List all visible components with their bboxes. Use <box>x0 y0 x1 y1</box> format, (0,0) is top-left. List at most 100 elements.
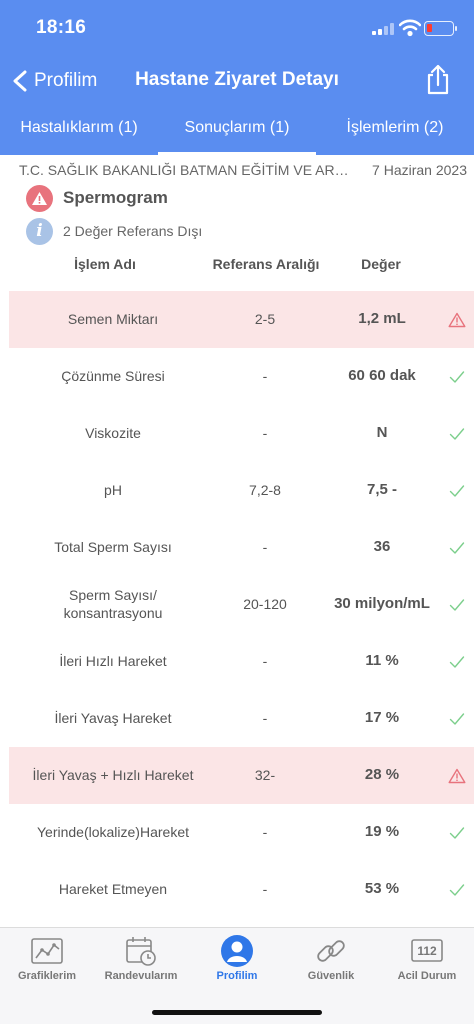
table-row: İleri Yavaş Hareket - 17 % <box>0 690 474 747</box>
column-header-name: İşlem Adı <box>74 256 136 272</box>
row-reference: - <box>262 538 268 555</box>
row-name: Viskozite <box>85 424 141 441</box>
table-row: Viskozite - N <box>0 405 474 462</box>
chevron-left-icon <box>13 70 27 92</box>
status-bar: 18:16 <box>0 0 474 56</box>
tabbar-item-emergency[interactable]: 112 Acil Durum <box>380 934 474 982</box>
check-icon <box>440 519 474 576</box>
row-value: N <box>376 424 388 442</box>
row-reference: - <box>262 709 268 726</box>
tabbar-label: Grafiklerim <box>17 970 77 982</box>
row-reference: 32- <box>254 766 276 783</box>
bottom-tab-bar: Grafiklerim Randevularım Profilim Güvenl… <box>0 927 474 1024</box>
tabbar-item-appointments[interactable]: Randevularım <box>94 934 188 982</box>
table-row: Sperm Sayısı/konsantrasyonu 20-120 30 mily… <box>0 576 474 633</box>
check-icon <box>440 861 474 918</box>
row-value: 53 % <box>364 880 400 898</box>
chart-icon <box>31 938 63 964</box>
check-icon <box>440 633 474 690</box>
battery-icon <box>424 21 457 36</box>
table-row: Total Sperm Sayısı - 36 <box>0 519 474 576</box>
row-value: 19 % <box>364 823 400 841</box>
back-button[interactable]: Profilim <box>12 66 97 96</box>
column-header-reference: Referans Aralığı <box>212 256 320 272</box>
tab-diseases[interactable]: Hastalıklarım (1) <box>0 106 158 155</box>
row-value: 1,2 mL <box>358 310 406 328</box>
out-of-range-info: i 2 Değer Referans Dışı <box>26 217 202 245</box>
status-time: 18:16 <box>36 17 87 38</box>
home-indicator <box>152 1010 322 1015</box>
person-icon <box>221 935 253 967</box>
row-reference: 20-120 <box>243 595 287 612</box>
warning-icon <box>440 747 474 804</box>
tabbar-label: Acil Durum <box>397 970 457 982</box>
cellular-signal-icon <box>372 23 394 35</box>
row-value: 11 % <box>365 652 399 670</box>
table-row: Hareket Etmeyen - 53 % <box>0 861 474 918</box>
row-name: İleri Yavaş + Hızlı Hareket <box>32 766 194 783</box>
row-reference: - <box>262 424 268 441</box>
row-name: Hareket Etmeyen <box>58 880 168 897</box>
warning-icon <box>440 291 474 348</box>
row-name: Semen Miktarı <box>67 310 159 327</box>
segment-tabs: Hastalıklarım (1) Sonuçlarım (1) İşlemle… <box>0 106 474 155</box>
row-value: 30 milyon/mL <box>334 595 430 613</box>
row-reference: 2-5 <box>254 310 276 327</box>
table-row: Semen Miktarı 2-5 1,2 mL <box>9 291 474 348</box>
back-label: Profilim <box>34 70 98 91</box>
table-row: pH 7,2-8 7,5 - <box>0 462 474 519</box>
hospital-name: T.C. SAĞLIK BAKANLIĞI BATMAN EĞİTİM VE A… <box>19 162 355 178</box>
tabbar-item-security[interactable]: Güvenlik <box>284 934 378 982</box>
table-row: Çözünme Süresi - 60 60 dak <box>0 348 474 405</box>
row-reference: - <box>262 367 268 384</box>
row-name: pH <box>104 481 122 498</box>
results-table: Semen Miktarı 2-5 1,2 mL Çözünme Süresi - 60 … <box>0 291 474 918</box>
visit-info: T.C. SAĞLIK BAKANLIĞI BATMAN EĞİTİM VE A… <box>19 162 467 182</box>
emergency-112-icon: 112 <box>411 939 443 962</box>
visit-date: 7 Haziran 2023 <box>372 162 467 178</box>
warning-icon <box>26 184 53 212</box>
calendar-clock-icon <box>126 937 156 966</box>
check-icon <box>440 462 474 519</box>
results-content[interactable]: T.C. SAĞLIK BAKANLIĞI BATMAN EĞİTİM VE A… <box>0 155 474 927</box>
share-icon[interactable] <box>424 64 452 96</box>
check-icon <box>440 405 474 462</box>
tabbar-item-profile[interactable]: Profilim <box>190 934 284 982</box>
row-value: 36 <box>373 538 391 556</box>
table-row: İleri Yavaş + Hızlı Hareket 32- 28 % <box>9 747 474 804</box>
row-name: Sperm Sayısı/konsantrasyonu <box>63 587 163 621</box>
row-reference: - <box>262 880 268 897</box>
tab-procedures[interactable]: İşlemlerim (2) <box>316 106 474 155</box>
info-icon: i <box>26 217 53 245</box>
chain-link-icon <box>317 940 345 962</box>
tabbar-label: Profilim <box>216 970 258 982</box>
row-name: Çözünme Süresi <box>61 367 165 384</box>
test-title: Spermogram <box>26 184 168 212</box>
test-name: Spermogram <box>63 188 168 207</box>
row-reference: - <box>262 652 268 669</box>
table-row: Yerinde(lokalize)Hareket - 19 % <box>0 804 474 861</box>
check-icon <box>440 804 474 861</box>
header: 18:16 Hastane Ziyaret Detayı Profilim Ha… <box>0 0 474 155</box>
check-icon <box>440 690 474 747</box>
check-icon <box>440 576 474 633</box>
row-name: İleri Yavaş Hareket <box>54 709 172 726</box>
row-value: 7,5 - <box>366 481 397 499</box>
svg-text:112: 112 <box>417 944 437 958</box>
row-value: 28 % <box>364 766 400 784</box>
wifi-icon <box>399 19 421 37</box>
row-name: İleri Hızlı Hareket <box>59 652 167 669</box>
tabbar-item-charts[interactable]: Grafiklerim <box>0 934 94 982</box>
row-name: Yerinde(lokalize)Hareket <box>36 823 189 840</box>
row-reference: - <box>262 823 268 840</box>
row-value: 60 60 dak <box>348 367 416 385</box>
column-header-value: Değer <box>361 256 401 272</box>
row-value: 17 % <box>364 709 400 727</box>
row-reference: 7,2-8 <box>249 481 281 498</box>
tabbar-label: Güvenlik <box>307 970 355 982</box>
tab-results[interactable]: Sonuçlarım (1) <box>158 106 316 155</box>
nav-bar: Hastane Ziyaret Detayı Profilim <box>0 56 474 106</box>
table-row: İleri Hızlı Hareket - 11 % <box>0 633 474 690</box>
tabbar-label: Randevularım <box>104 970 178 982</box>
check-icon <box>440 348 474 405</box>
